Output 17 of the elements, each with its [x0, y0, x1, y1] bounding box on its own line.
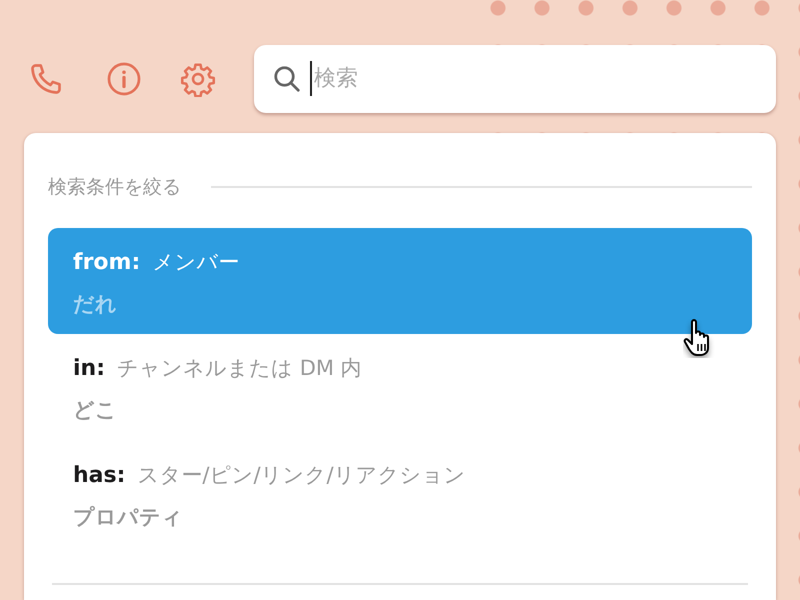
filter-label: プロパティ	[73, 504, 183, 530]
search-icon	[272, 64, 302, 94]
filter-option[interactable]: has: スター/ピン/リンク/リアクション プロパティ	[48, 440, 752, 547]
filter-keyword: in:	[73, 355, 106, 383]
search-field[interactable]: 検索	[254, 44, 776, 112]
filter-keyword: from:	[73, 248, 140, 276]
filter-description: メンバー	[152, 248, 240, 276]
filter-description: スター/ピン/リンク/リアクション	[137, 462, 466, 488]
filter-keyword: has:	[73, 462, 126, 490]
filter-heading: 検索条件を絞る	[48, 175, 181, 200]
filter-label: どこ	[73, 397, 117, 424]
filter-label: だれ	[73, 290, 117, 318]
info-icon[interactable]	[106, 60, 142, 96]
search-input[interactable]: 検索	[310, 61, 758, 96]
settings-icon[interactable]	[180, 60, 216, 96]
filter-description: チャンネルまたは DM 内	[117, 355, 362, 382]
filter-option[interactable]: in: チャンネルまたは DM 内 どこ	[48, 334, 752, 440]
